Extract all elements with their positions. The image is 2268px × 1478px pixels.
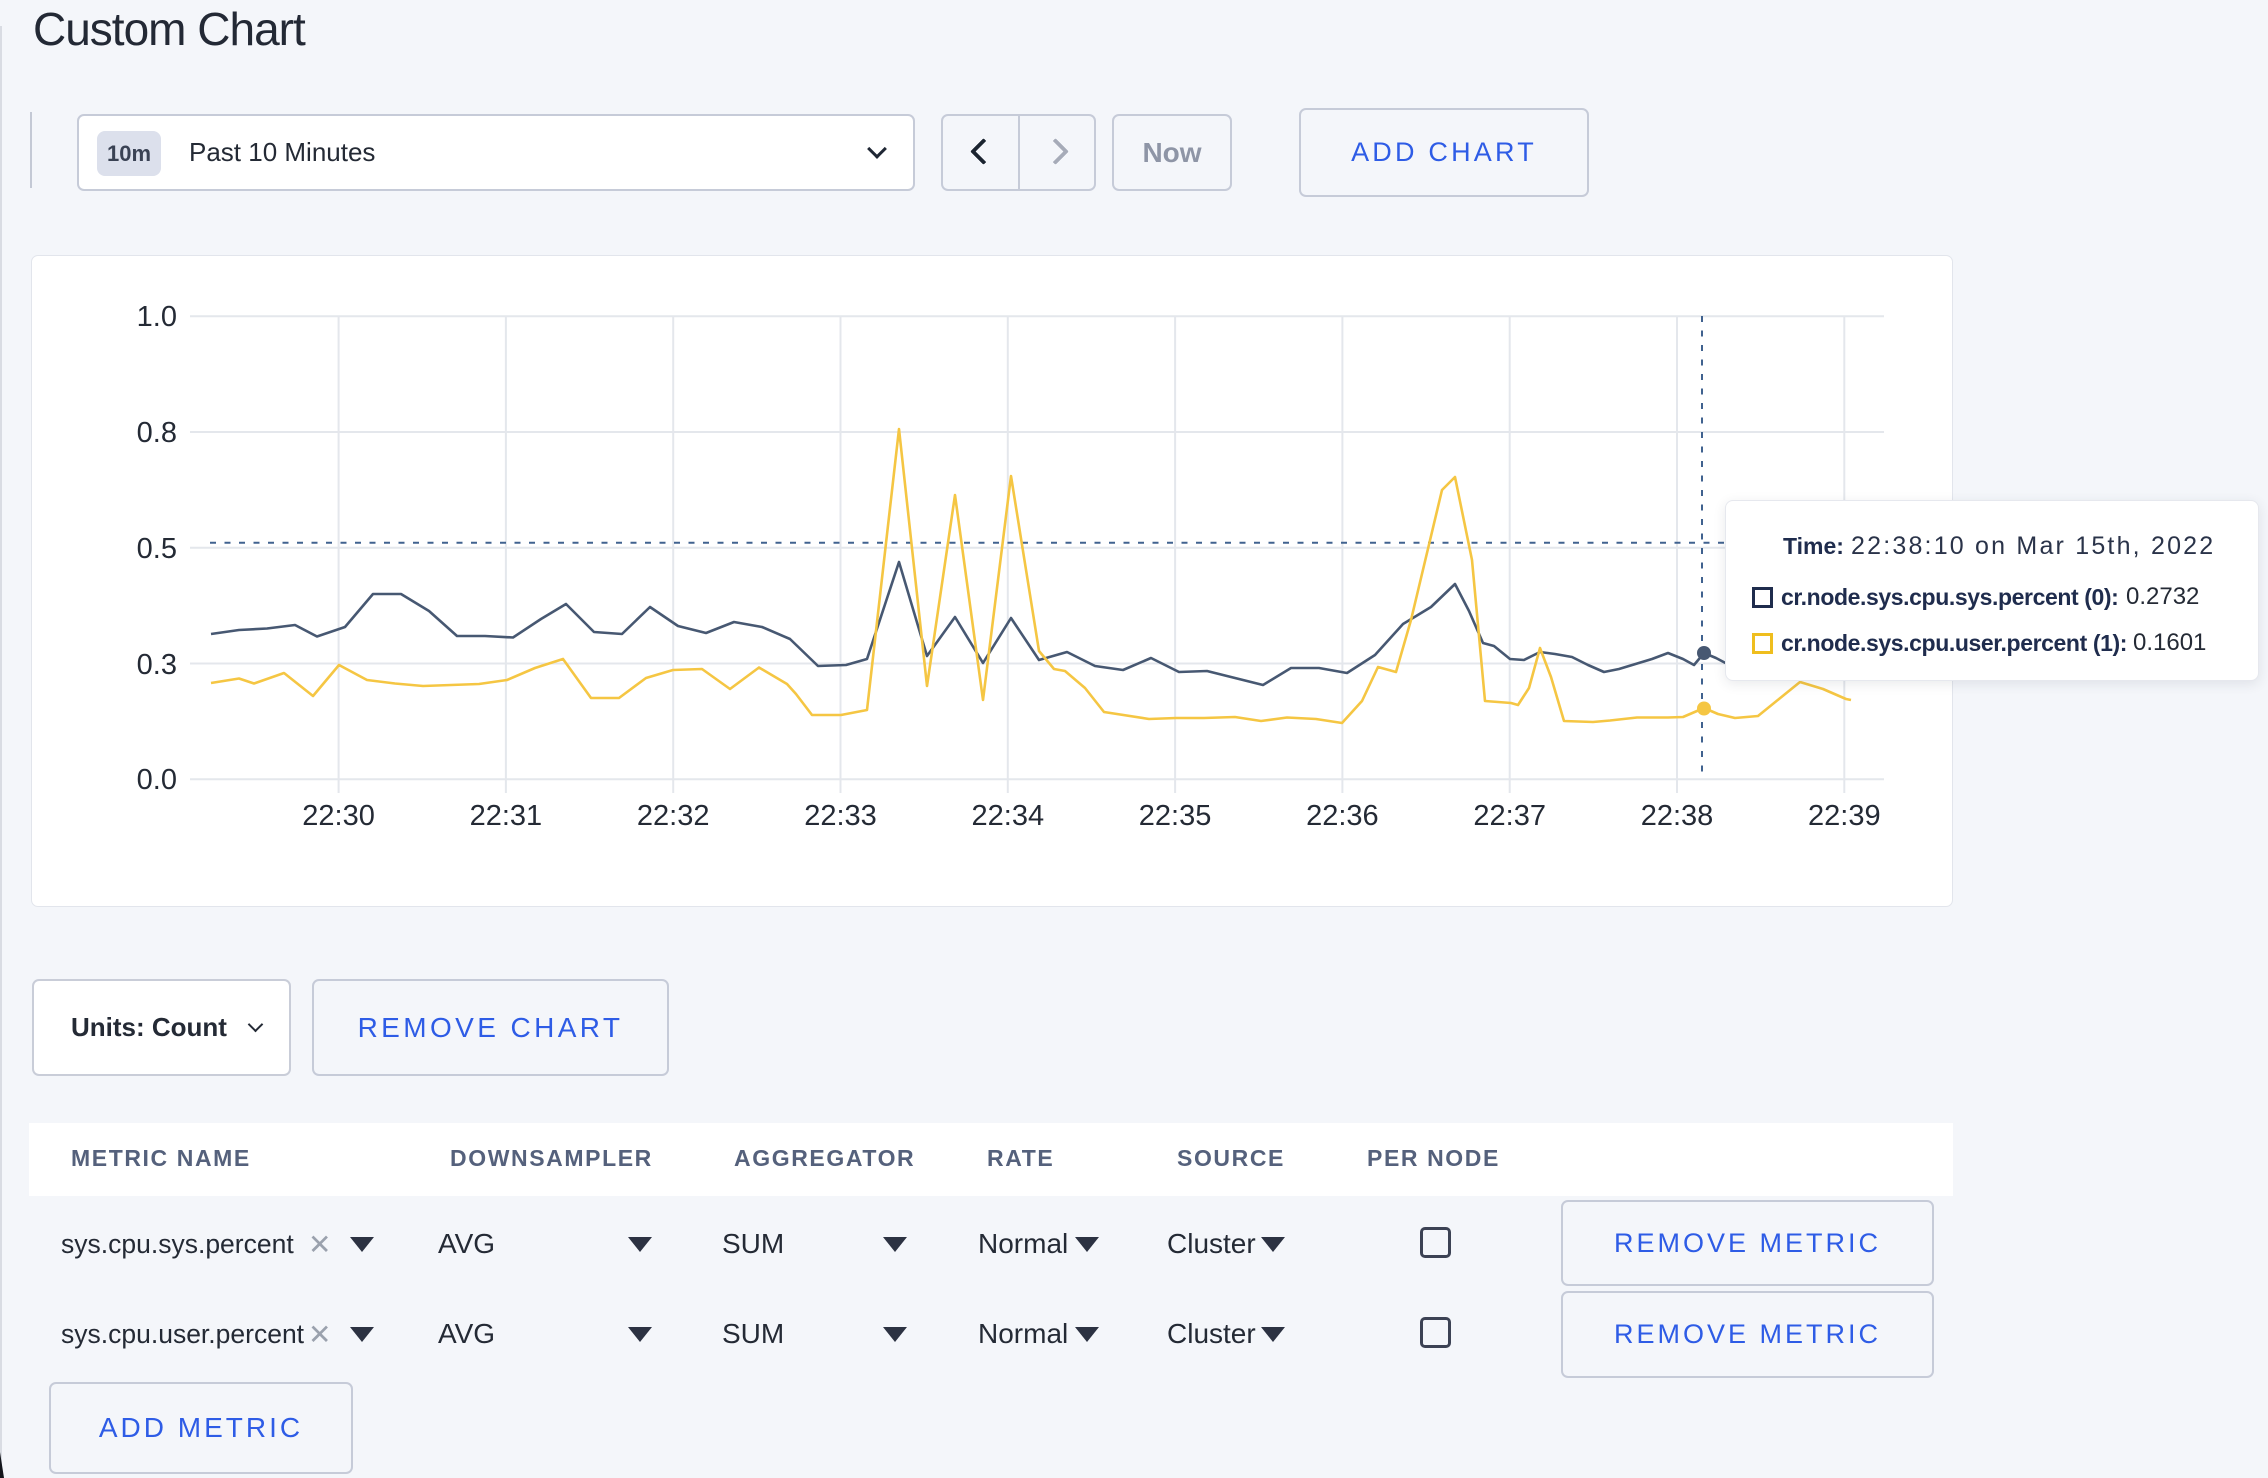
svg-text:22:33: 22:33	[804, 800, 877, 832]
svg-text:0.5: 0.5	[137, 533, 177, 565]
svg-text:22:36: 22:36	[1306, 800, 1379, 832]
svg-text:0.3: 0.3	[137, 649, 177, 681]
svg-text:22:39: 22:39	[1808, 800, 1881, 832]
svg-text:22:32: 22:32	[637, 800, 710, 832]
svg-text:22:31: 22:31	[470, 800, 543, 832]
svg-text:22:37: 22:37	[1473, 800, 1546, 832]
svg-text:0.0: 0.0	[137, 764, 177, 796]
svg-text:0.8: 0.8	[137, 417, 177, 449]
svg-text:22:38: 22:38	[1641, 800, 1714, 832]
svg-text:1.0: 1.0	[137, 301, 177, 333]
svg-text:22:30: 22:30	[302, 800, 375, 832]
svg-text:22:34: 22:34	[972, 800, 1045, 832]
svg-text:22:35: 22:35	[1139, 800, 1212, 832]
